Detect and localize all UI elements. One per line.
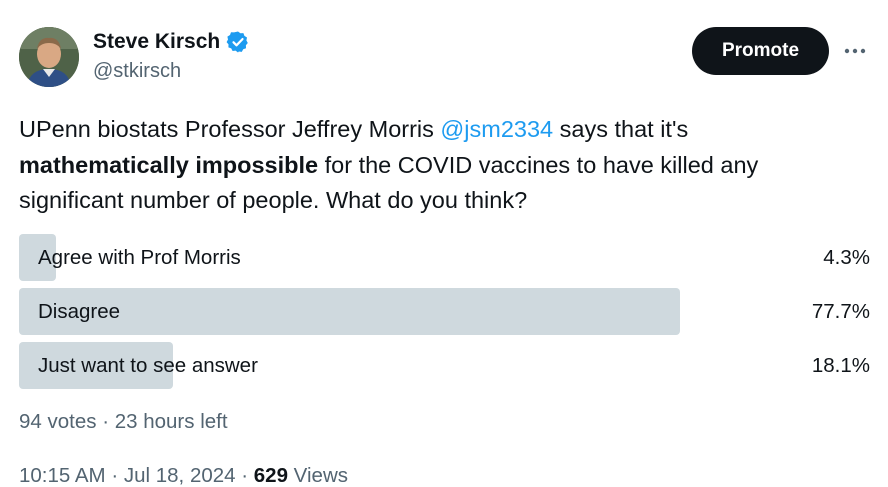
mention-link[interactable]: @jsm2334 bbox=[440, 116, 553, 142]
poll-option: Just want to see answer 18.1% bbox=[19, 342, 870, 389]
poll-option: Agree with Prof Morris 4.3% bbox=[19, 234, 870, 281]
poll-option-label: Disagree bbox=[38, 299, 121, 323]
tweet-bold-text: mathematically impossible bbox=[19, 151, 319, 178]
tweet-text-part: says that it's bbox=[553, 116, 689, 142]
poll-votes: 94 votes bbox=[19, 410, 97, 433]
more-dots-icon bbox=[844, 48, 866, 54]
more-options-button[interactable] bbox=[838, 36, 872, 66]
poll-time-left: 23 hours left bbox=[114, 410, 228, 433]
tweet-text-part: UPenn biostats Professor Jeffrey Morris bbox=[19, 116, 441, 142]
promote-button[interactable]: Promote bbox=[692, 27, 829, 75]
tweet-text-part: for the COVID vaccines to have killed an… bbox=[318, 151, 759, 178]
poll-option-percent: 18.1% bbox=[811, 353, 870, 377]
verified-badge-icon[interactable] bbox=[226, 30, 250, 54]
author-name[interactable]: Steve Kirsch bbox=[93, 30, 220, 54]
separator: · bbox=[235, 464, 254, 487]
tweet-date[interactable]: Jul 18, 2024 bbox=[124, 464, 236, 487]
tweet-meta: 10:15 AM · Jul 18, 2024 · 629 Views bbox=[19, 464, 348, 487]
views-count: 629 bbox=[253, 464, 288, 487]
separator: · bbox=[96, 410, 115, 433]
tweet-text: UPenn biostats Professor Jeffrey Morris … bbox=[19, 112, 869, 219]
author-block: Steve Kirsch @stkirsch bbox=[93, 29, 250, 83]
poll-option: Disagree 77.7% bbox=[19, 288, 870, 335]
poll-option-label: Agree with Prof Morris bbox=[38, 245, 241, 269]
avatar-photo bbox=[19, 27, 79, 87]
tweet-text-part: significant number of people. What do yo… bbox=[19, 187, 528, 213]
tweet-time[interactable]: 10:15 AM bbox=[19, 464, 106, 487]
poll-option-percent: 4.3% bbox=[823, 245, 870, 269]
views-label: Views bbox=[287, 464, 348, 487]
separator: · bbox=[105, 464, 124, 487]
author-handle[interactable]: @stkirsch bbox=[93, 60, 250, 83]
poll-option-percent: 77.7% bbox=[811, 299, 870, 323]
poll: Agree with Prof Morris 4.3% Disagree 77.… bbox=[19, 234, 870, 396]
poll-status: 94 votes · 23 hours left bbox=[19, 410, 228, 434]
poll-option-label: Just want to see answer bbox=[38, 353, 258, 377]
avatar[interactable] bbox=[19, 27, 79, 87]
